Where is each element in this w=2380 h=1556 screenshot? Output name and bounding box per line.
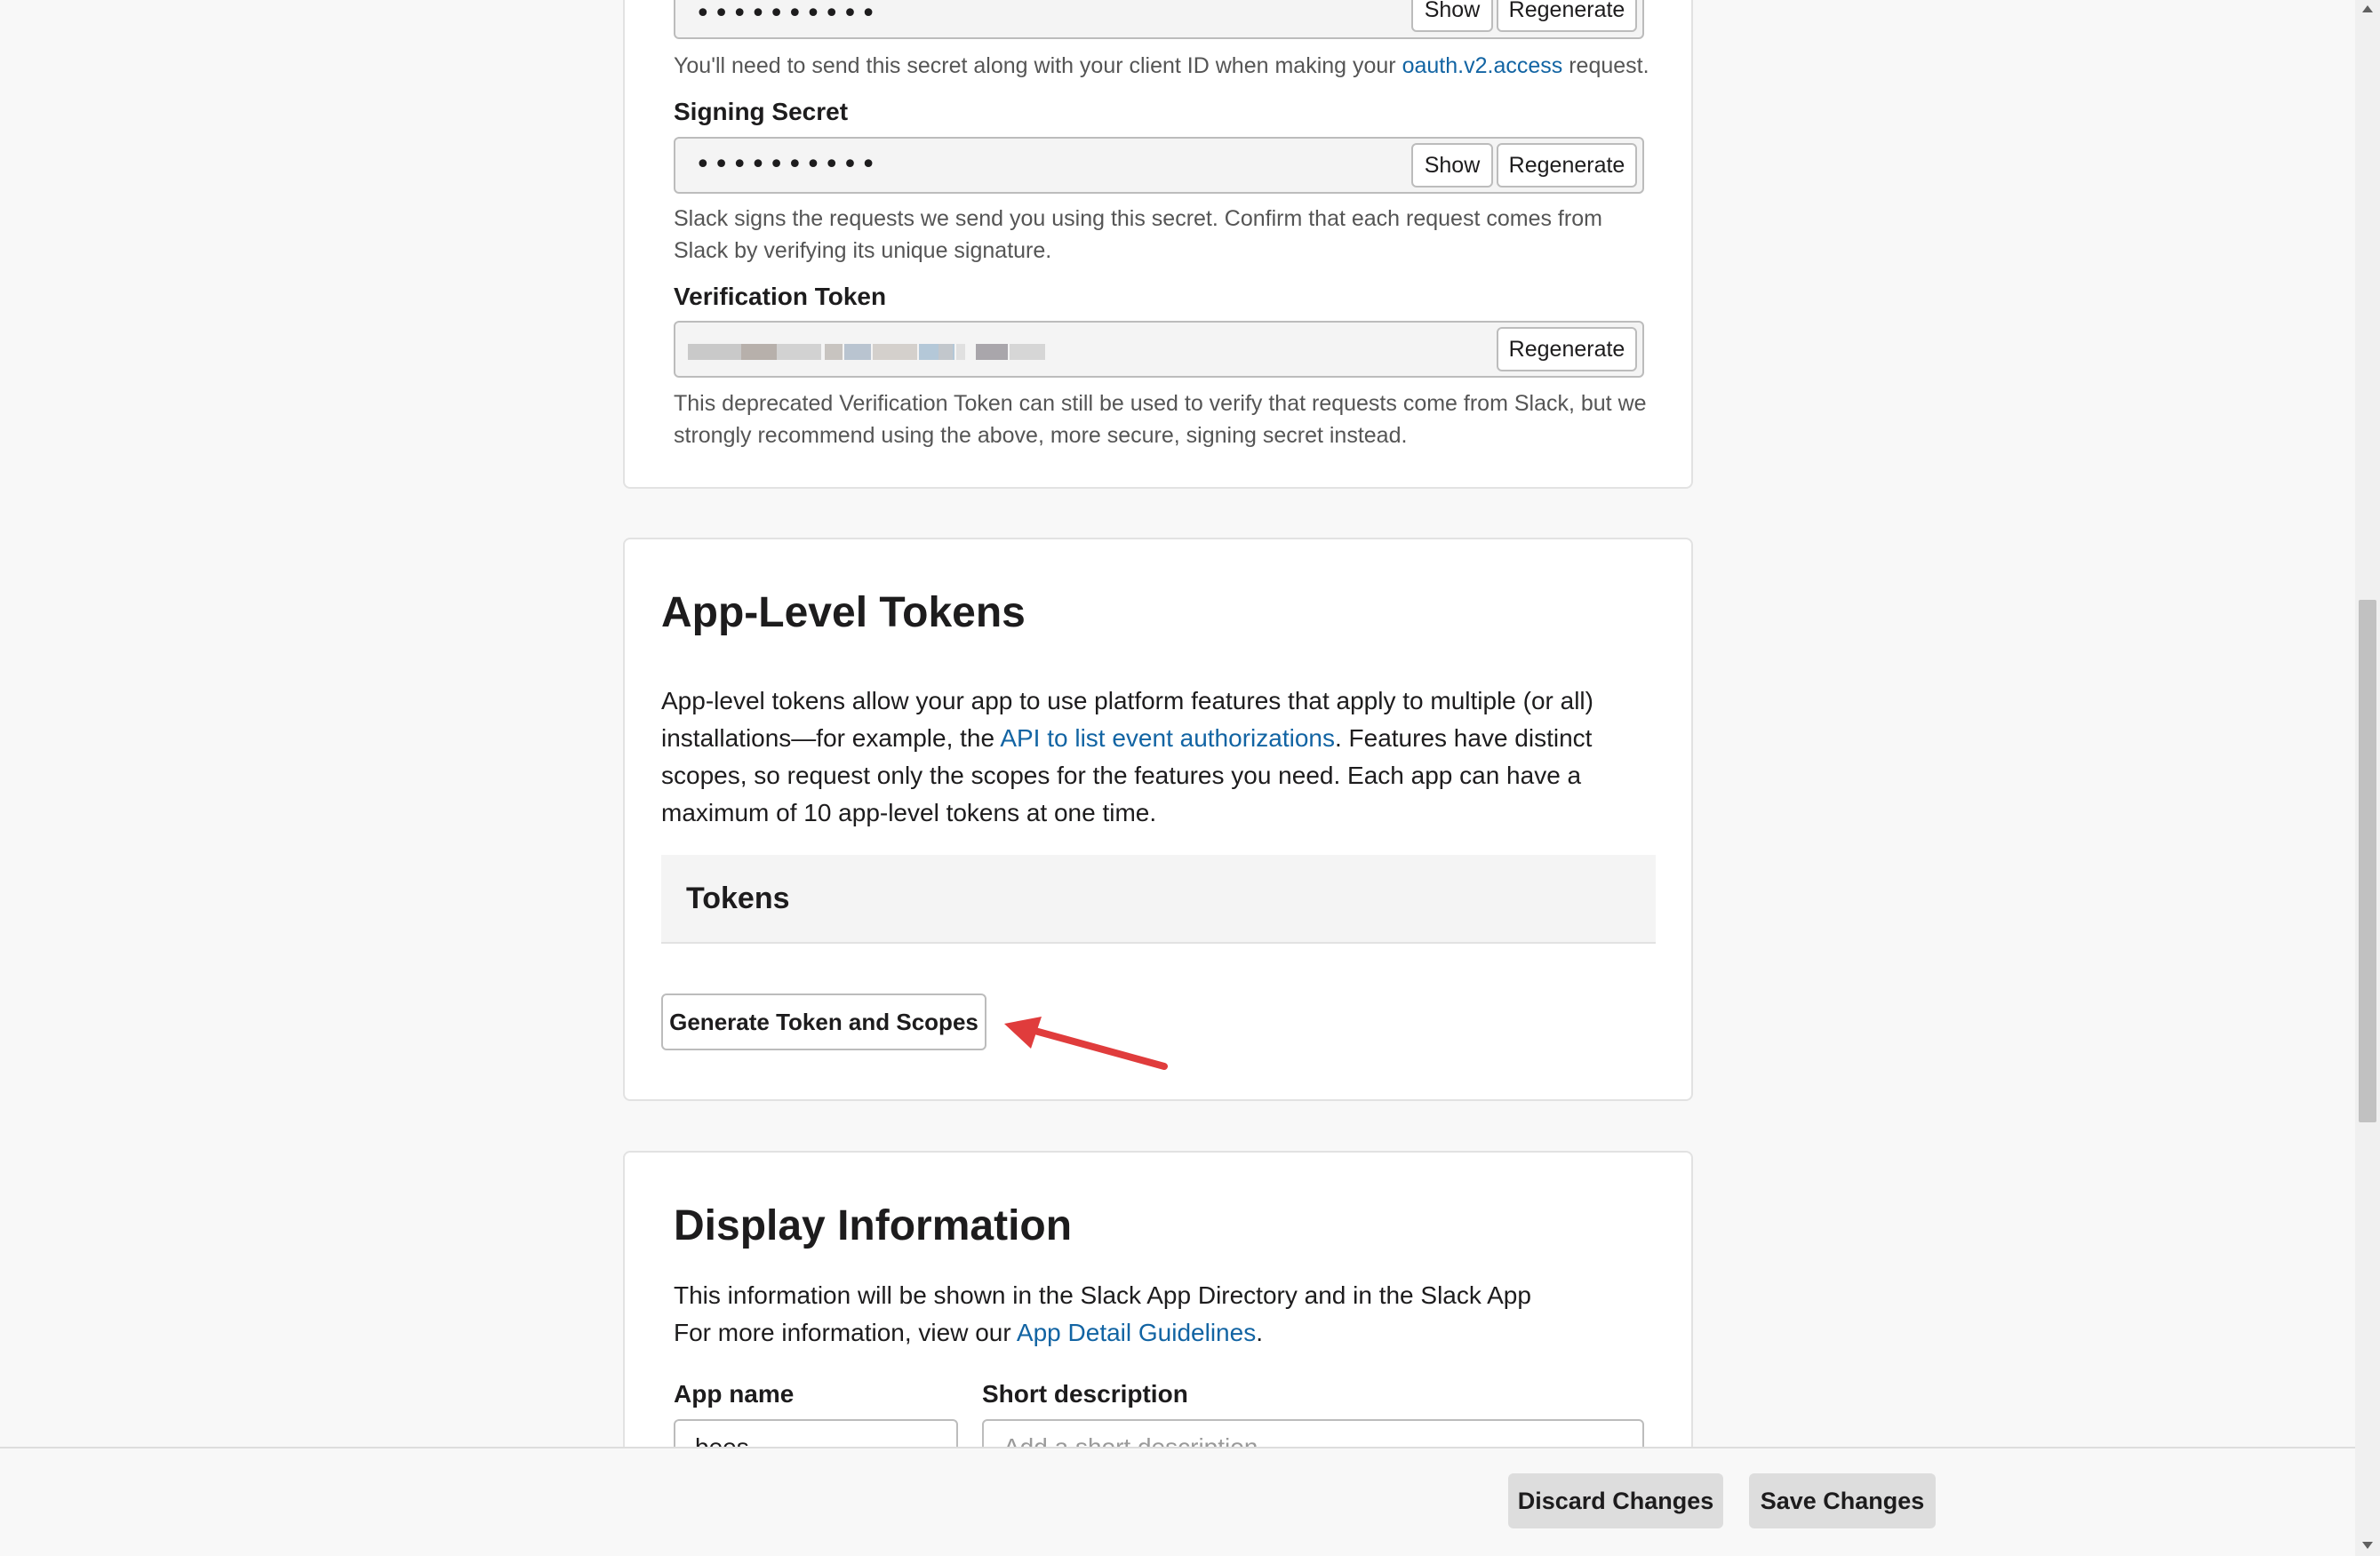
- display-information-line2-text: For more information, view our: [674, 1319, 1017, 1346]
- signing-secret-show-button[interactable]: Show: [1411, 143, 1493, 188]
- client-secret-show-button[interactable]: Show: [1411, 0, 1493, 32]
- display-information-line2: For more information, view our App Detai…: [674, 1314, 1651, 1352]
- app-level-tokens-description: App-level tokens allow your app to use p…: [661, 682, 1657, 832]
- signing-secret-help-line1: Slack signs the requests we send you usi…: [674, 206, 1602, 231]
- tokens-header-label: Tokens: [686, 882, 790, 915]
- app-level-tokens-desc-line2-text: installations—for example, the: [661, 724, 1001, 752]
- oauth-access-link[interactable]: oauth.v2.access: [1402, 53, 1563, 78]
- verification-token-help: This deprecated Verification Token can s…: [674, 387, 1651, 451]
- app-name-label: App name: [674, 1380, 795, 1408]
- generate-token-and-scopes-button[interactable]: Generate Token and Scopes: [661, 993, 986, 1050]
- sticky-footer: [0, 1447, 2355, 1556]
- scrollbar-thumb[interactable]: [2359, 600, 2376, 1122]
- app-detail-guidelines-link[interactable]: App Detail Guidelines: [1017, 1319, 1256, 1346]
- app-level-tokens-title: App-Level Tokens: [661, 589, 1026, 636]
- verification-token-help-line2: strongly recommend using the above, more…: [674, 423, 1408, 448]
- event-authorizations-api-link[interactable]: API to list event authorizations: [1000, 724, 1335, 752]
- verification-token-regenerate-button[interactable]: Regenerate: [1497, 327, 1637, 371]
- verification-token-help-line1: This deprecated Verification Token can s…: [674, 391, 1647, 416]
- display-information-title: Display Information: [674, 1202, 1073, 1249]
- annotation-arrow-icon: [1004, 1017, 1168, 1070]
- client-secret-help-text: You'll need to send this secret along wi…: [674, 53, 1402, 78]
- app-level-tokens-desc-line1: App-level tokens allow your app to use p…: [661, 687, 1593, 714]
- verification-token-label: Verification Token: [674, 283, 887, 310]
- app-level-tokens-desc-line2-suffix: . Features have distinct: [1334, 724, 1593, 752]
- signing-secret-regenerate-button[interactable]: Regenerate: [1497, 143, 1637, 188]
- client-secret-help: You'll need to send this secret along wi…: [674, 50, 1651, 82]
- signing-secret-help-line2: Slack by verifying its unique signature.: [674, 238, 1052, 263]
- scroll-down-arrow-icon[interactable]: [2362, 1542, 2373, 1549]
- app-level-tokens-desc-line4: maximum of 10 app-level tokens at one ti…: [661, 799, 1157, 826]
- app-level-tokens-desc-line3: scopes, so request only the scopes for t…: [661, 762, 1582, 789]
- short-description-label: Short description: [982, 1380, 1188, 1408]
- display-information-line2-suffix: .: [1256, 1319, 1263, 1346]
- discard-changes-button[interactable]: Discard Changes: [1508, 1473, 1723, 1528]
- tokens-table-header: Tokens: [661, 855, 1656, 944]
- client-secret-help-suffix: request.: [1562, 53, 1649, 78]
- client-secret-regenerate-button[interactable]: Regenerate: [1497, 0, 1637, 32]
- app-level-tokens-desc-line2: installations—for example, the API to li…: [661, 720, 1657, 757]
- signing-secret-label: Signing Secret: [674, 98, 849, 125]
- display-information-line1: This information will be shown in the Sl…: [674, 1281, 1531, 1309]
- display-information-description: This information will be shown in the Sl…: [674, 1277, 1651, 1352]
- save-changes-button[interactable]: Save Changes: [1749, 1473, 1936, 1528]
- signing-secret-masked-value: ••••••••••: [695, 149, 879, 180]
- signing-secret-help: Slack signs the requests we send you usi…: [674, 203, 1651, 267]
- client-secret-masked-value: ••••••••••: [695, 0, 879, 29]
- scroll-up-arrow-icon[interactable]: [2362, 5, 2373, 12]
